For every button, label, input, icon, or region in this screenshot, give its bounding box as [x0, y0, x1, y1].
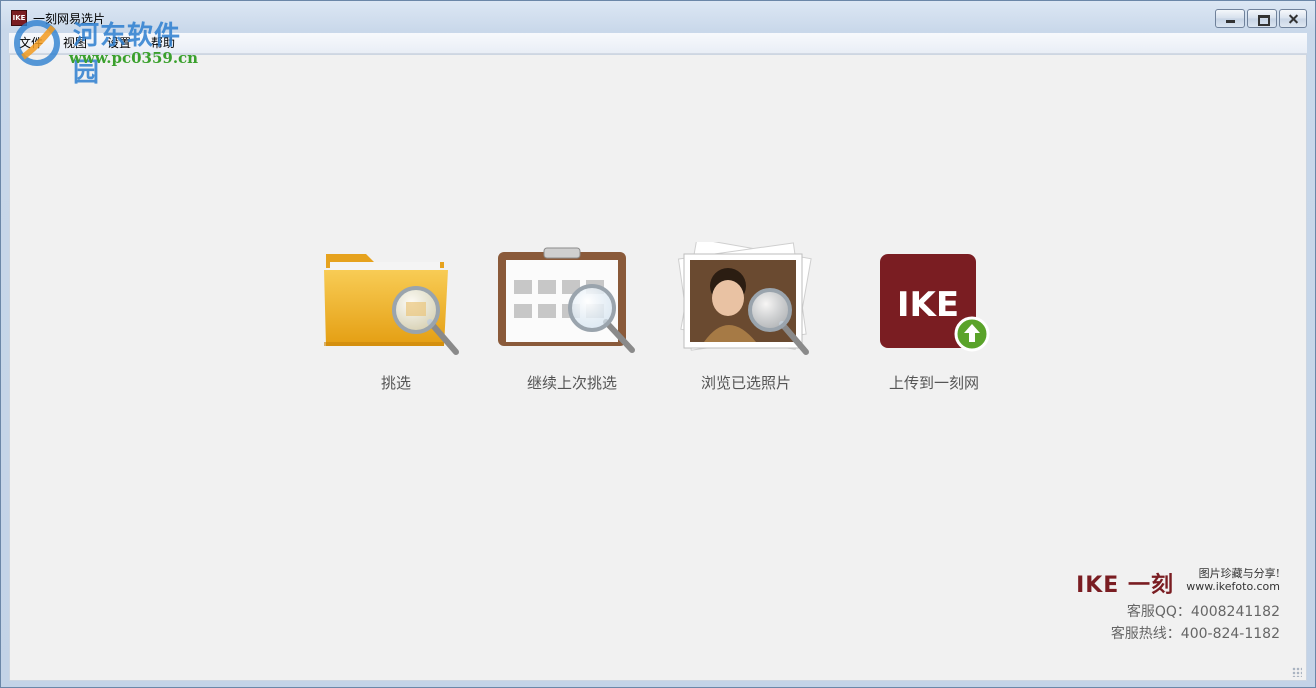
clipboard-photos-icon: [498, 247, 635, 353]
resize-grip[interactable]: [1292, 667, 1302, 677]
ike-upload-icon: IKE: [880, 254, 990, 352]
brand-footer: IKE 一刻 图片珍藏与分享! www.ikefoto.com 客服QQ：400…: [1042, 563, 1282, 643]
minimize-icon: [1216, 10, 1244, 27]
menu-view[interactable]: 视图: [53, 33, 97, 53]
menu-file[interactable]: 文件: [9, 33, 53, 53]
action-continue[interactable]: 继续上次挑选: [492, 242, 652, 402]
maximize-icon: [1248, 10, 1276, 27]
folder-magnifier-icon: [324, 254, 459, 355]
window-controls: [1215, 9, 1307, 29]
action-browse-selected-label[interactable]: 浏览已选照片: [666, 372, 826, 393]
action-browse-selected[interactable]: 浏览已选照片: [666, 242, 826, 402]
support-hotline: 客服热线：400-824-1182: [1110, 626, 1280, 642]
support-qq: 客服QQ：4008241182: [1126, 604, 1280, 620]
window-title: 一刻网易选片: [33, 12, 106, 26]
close-button[interactable]: [1279, 9, 1307, 28]
action-pick-label[interactable]: 挑选: [316, 372, 476, 393]
brand-url[interactable]: www.ikefoto.com: [1186, 580, 1280, 593]
brand-slogan: 图片珍藏与分享!: [1198, 567, 1280, 580]
menu-bar: 文件 视图 设置 帮助: [9, 33, 1307, 54]
brand-logo: IKE 一刻: [1076, 573, 1174, 598]
close-icon: [1280, 10, 1306, 27]
action-upload-label[interactable]: 上传到一刻网: [854, 372, 1014, 393]
action-pick[interactable]: 挑选: [316, 242, 476, 402]
main-panel: 挑选 继续上次挑选 浏览已选照片 IKE 上传到一刻网 IKE 一刻 图片珍藏与…: [9, 54, 1307, 681]
action-upload[interactable]: IKE 上传到一刻网: [854, 242, 1014, 402]
menu-settings[interactable]: 设置: [97, 33, 141, 53]
title-bar[interactable]: IKE 一刻网易选片: [1, 1, 1315, 33]
app-window: IKE 一刻网易选片 文件 视图 设置 帮助 挑选 继续上次挑选 浏览已选照片 …: [0, 0, 1316, 688]
action-continue-label[interactable]: 继续上次挑选: [492, 372, 652, 393]
menu-help[interactable]: 帮助: [141, 33, 185, 53]
minimize-button[interactable]: [1215, 9, 1245, 28]
ike-icon-text: IKE: [897, 285, 959, 325]
maximize-button[interactable]: [1247, 9, 1277, 28]
app-logo-icon[interactable]: IKE: [11, 10, 27, 26]
photo-stack-icon: [677, 242, 812, 355]
